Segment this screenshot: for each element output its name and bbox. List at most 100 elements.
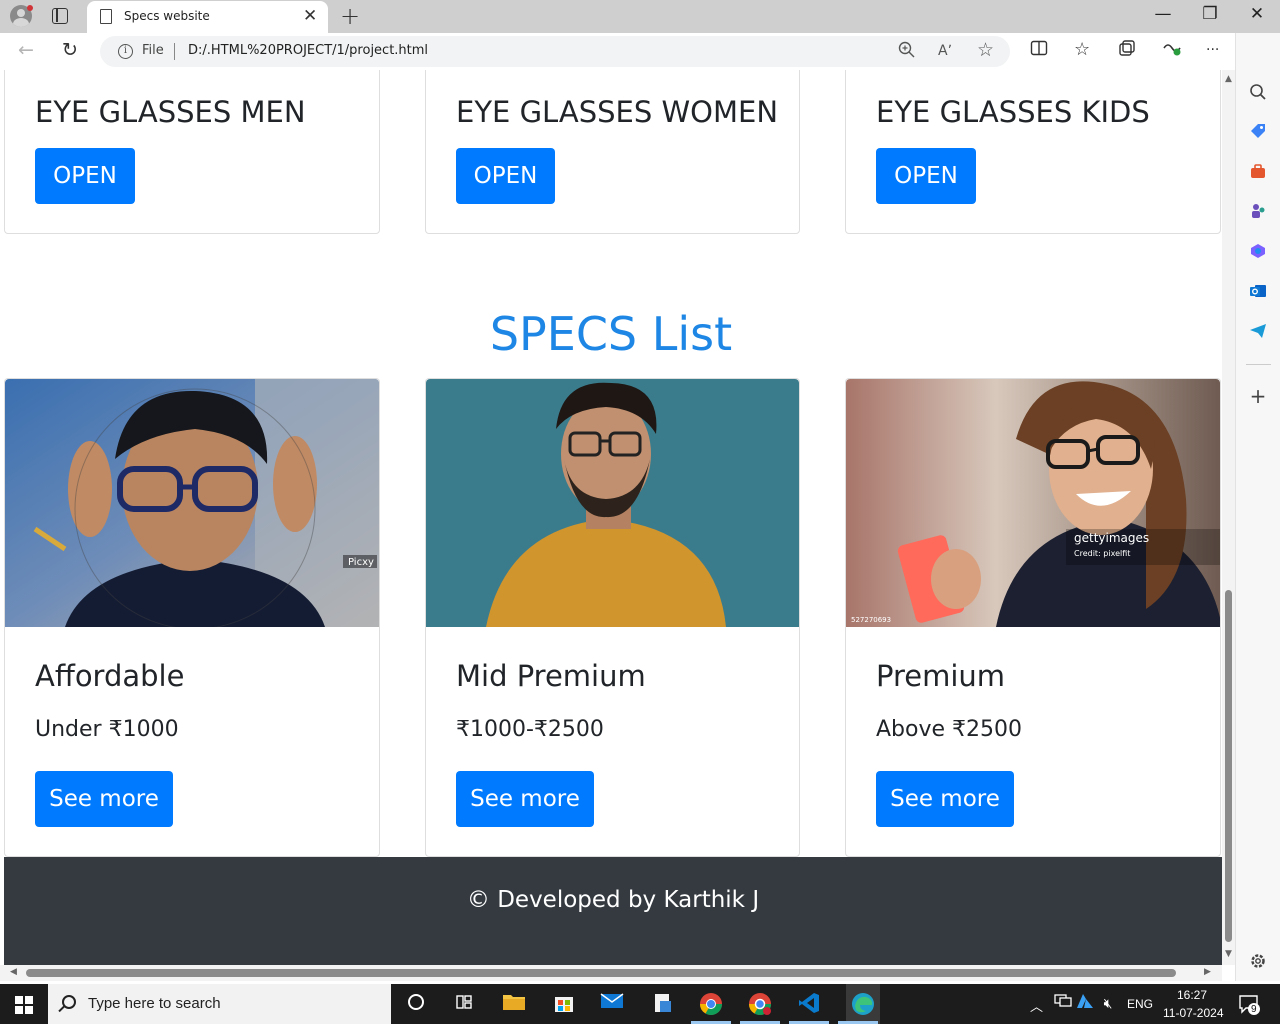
split-screen-icon[interactable] — [1030, 39, 1048, 62]
telegram-icon[interactable] — [1248, 322, 1268, 342]
notification-count: 9 — [1251, 1004, 1257, 1015]
close-window-button[interactable]: ✕ — [1242, 4, 1272, 24]
collections-icon[interactable] — [1118, 39, 1136, 62]
scheme-label: File — [142, 43, 164, 58]
spec-card-premium: gettyimages Credit: pixelfit 527270693 P… — [845, 378, 1221, 857]
spec-price: Above ₹2500 — [876, 717, 1023, 742]
getty-watermark: gettyimages — [1074, 531, 1149, 545]
tray-overflow-icon[interactable]: ︿ — [1030, 996, 1043, 1015]
see-more-button[interactable]: See more — [35, 771, 173, 827]
open-button[interactable]: OPEN — [876, 148, 976, 204]
language-indicator[interactable]: ENG — [1127, 997, 1153, 1011]
search-placeholder: Type here to search — [88, 995, 221, 1012]
notepad-icon[interactable] — [650, 992, 674, 1016]
new-tab-button[interactable]: + — [340, 2, 360, 30]
page-footer: © Developed by Karthik J — [4, 857, 1222, 965]
taskbar-search[interactable]: Type here to search — [48, 984, 391, 1024]
address-bar[interactable]: i File D:/.HTML%20PROJECT/1/project.html… — [100, 36, 1010, 67]
add-icon[interactable]: + — [1248, 386, 1268, 406]
edge-sidebar: + — [1235, 33, 1280, 981]
network-icon[interactable] — [1051, 992, 1075, 1016]
tab-close-icon[interactable]: ✕ — [303, 6, 317, 26]
see-more-button[interactable]: See more — [876, 771, 1014, 827]
outlook-icon[interactable] — [1248, 282, 1268, 302]
vertical-scrollbar[interactable]: ▲ ▼ — [1222, 70, 1235, 965]
spec-price: Under ₹1000 — [35, 717, 179, 742]
horizontal-scrollbar[interactable]: ◀ ▶ — [0, 965, 1222, 981]
category-title: EYE GLASSES MEN — [35, 95, 306, 129]
page-icon — [100, 9, 112, 24]
games-icon[interactable] — [1248, 202, 1268, 222]
category-title: EYE GLASSES KIDS — [876, 95, 1150, 129]
start-button[interactable] — [15, 996, 33, 1014]
scroll-right-icon[interactable]: ▶ — [1204, 967, 1211, 977]
task-view-icon[interactable] — [452, 992, 476, 1016]
search-icon — [62, 995, 76, 1009]
windows-taskbar: Type here to search ︿ 🔇︎ ENG 16:27 11-07… — [0, 984, 1280, 1024]
scroll-down-icon[interactable]: ▼ — [1225, 949, 1232, 959]
vertical-scroll-thumb[interactable] — [1225, 590, 1232, 942]
site-info-icon[interactable]: i — [118, 44, 133, 59]
spec-price: ₹1000-₹2500 — [456, 717, 604, 742]
extensions-icon[interactable] — [1162, 39, 1182, 62]
horizontal-scroll-thumb[interactable] — [26, 969, 1176, 977]
file-explorer-icon[interactable] — [502, 992, 526, 1016]
edge-icon[interactable] — [846, 984, 880, 1024]
cortana-icon[interactable] — [404, 992, 428, 1016]
microsoft365-icon[interactable] — [1248, 242, 1268, 262]
tab-title: Specs website — [124, 9, 210, 23]
product-image-woman: gettyimages Credit: pixelfit 527270693 — [846, 379, 1220, 627]
browser-toolbar: ← ↻ i File D:/.HTML%20PROJECT/1/project.… — [0, 33, 1280, 70]
shopping-tag-icon[interactable] — [1248, 122, 1268, 142]
image-credit: Credit: pixelfit — [1074, 549, 1130, 558]
favorite-star-icon[interactable]: ☆ — [977, 39, 994, 61]
spec-title: Premium — [876, 659, 1006, 693]
read-aloud-icon[interactable]: Aʼ — [938, 43, 952, 59]
restore-button[interactable]: ❐ — [1195, 4, 1225, 24]
sidebar-divider — [1246, 364, 1271, 365]
open-button[interactable]: OPEN — [456, 148, 555, 204]
tools-icon[interactable] — [1248, 162, 1268, 182]
mail-icon[interactable] — [600, 992, 624, 1016]
url-text[interactable]: D:/.HTML%20PROJECT/1/project.html — [188, 43, 428, 58]
clock-time[interactable]: 16:27 — [1177, 988, 1207, 1002]
favorites-icon[interactable]: ☆ — [1074, 39, 1090, 60]
spec-card-affordable: Picxy Affordable Under ₹1000 See more — [4, 378, 380, 857]
image-watermark: Picxy — [348, 557, 374, 568]
category-card-men: EYE GLASSES MEN OPEN — [4, 70, 380, 234]
azure-icon[interactable] — [1073, 992, 1097, 1016]
scroll-up-icon[interactable]: ▲ — [1225, 74, 1232, 84]
open-button[interactable]: OPEN — [35, 148, 135, 204]
more-icon[interactable]: ··· — [1206, 42, 1219, 58]
search-icon[interactable] — [1248, 83, 1268, 103]
chrome-icon[interactable] — [699, 992, 723, 1016]
scroll-left-icon[interactable]: ◀ — [10, 967, 17, 977]
profile-notification-dot — [27, 5, 33, 11]
spec-title: Affordable — [35, 659, 185, 693]
product-image-man — [426, 379, 799, 627]
zoom-icon[interactable] — [898, 41, 915, 62]
spec-title: Mid Premium — [456, 659, 646, 693]
page-viewport: EYE GLASSES MEN OPEN EYE GLASSES WOMEN O… — [0, 70, 1222, 965]
category-title: EYE GLASSES WOMEN — [456, 95, 779, 129]
product-image-kid: Picxy — [5, 379, 379, 627]
chrome-profile-icon[interactable] — [748, 992, 772, 1016]
see-more-button[interactable]: See more — [456, 771, 594, 827]
settings-icon[interactable] — [1248, 952, 1268, 972]
clock-date[interactable]: 11-07-2024 — [1163, 1006, 1224, 1020]
volume-muted-icon[interactable]: 🔇︎ — [1096, 992, 1120, 1016]
store-icon[interactable] — [552, 992, 576, 1016]
browser-tab-strip: Specs website ✕ + — ❐ ✕ — [0, 0, 1280, 33]
footer-credit: © Developed by Karthik J — [466, 887, 760, 913]
section-heading: SPECS List — [489, 307, 733, 361]
tab-actions-icon[interactable] — [52, 8, 68, 24]
browser-tab[interactable]: Specs website ✕ — [87, 1, 328, 33]
back-button[interactable]: ← — [18, 39, 34, 61]
notification-icon[interactable] — [1237, 992, 1261, 1016]
vscode-icon[interactable] — [797, 992, 821, 1016]
minimize-button[interactable]: — — [1148, 4, 1178, 24]
reload-button[interactable]: ↻ — [62, 39, 78, 61]
category-card-women: EYE GLASSES WOMEN OPEN — [425, 70, 800, 234]
spec-card-mid-premium: Mid Premium ₹1000-₹2500 See more — [425, 378, 800, 857]
divider — [174, 43, 175, 60]
